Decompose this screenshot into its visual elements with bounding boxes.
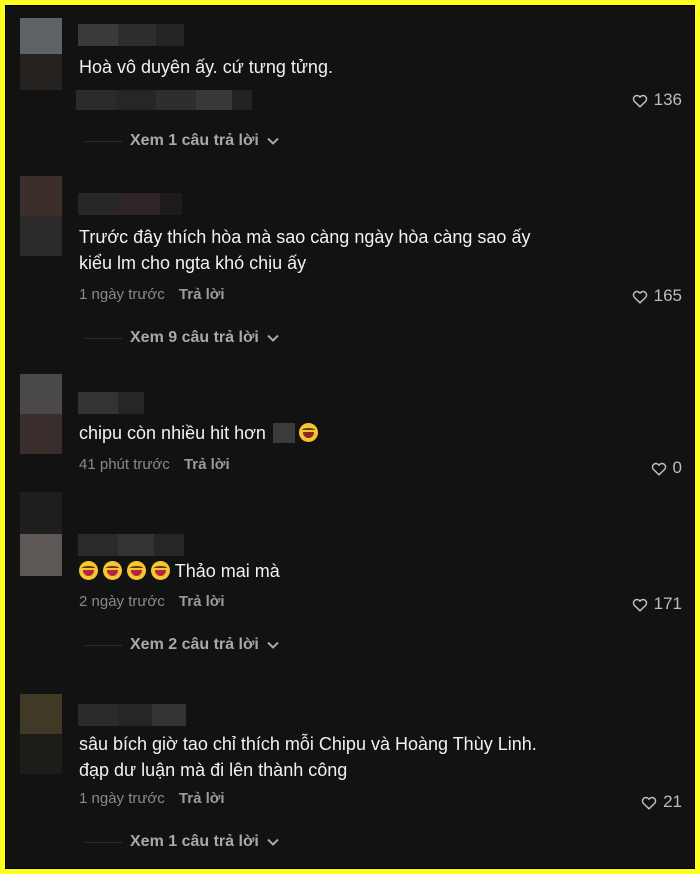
chevron-down-icon <box>267 641 279 649</box>
like-count: 21 <box>663 792 682 811</box>
reply-button[interactable]: Trả lời <box>179 286 225 303</box>
avatar[interactable] <box>20 18 62 90</box>
like-button[interactable]: 21 <box>641 792 682 812</box>
like-count: 136 <box>653 90 682 109</box>
avatar[interactable] <box>20 492 62 576</box>
divider <box>84 140 122 142</box>
view-replies-button[interactable]: Xem 9 câu trả lời <box>84 329 279 347</box>
divider <box>84 644 122 646</box>
grinning-squinting-face-icon <box>151 561 171 580</box>
divider <box>84 337 122 339</box>
avatar[interactable] <box>20 374 62 454</box>
comment-text: Trước đây thích hòa mà sao càng ngày hòa… <box>79 227 531 273</box>
view-replies-label: Xem 2 câu trả lời <box>130 636 259 653</box>
username-blurred[interactable] <box>78 392 144 414</box>
view-replies-label: Xem 1 câu trả lời <box>130 833 259 850</box>
username-blurred[interactable] <box>78 534 184 556</box>
comment-text: Hoà vô duyên ấy. cứ tưng tửng. <box>79 57 333 77</box>
like-button[interactable]: 165 <box>632 286 682 306</box>
grinning-squinting-face-icon <box>79 561 98 580</box>
divider <box>84 841 122 843</box>
heart-outline-icon <box>632 598 647 612</box>
avatar[interactable] <box>20 694 62 774</box>
comment-time: 41 phút trước <box>79 456 170 473</box>
view-replies-button[interactable]: Xem 1 câu trả lời <box>84 833 279 851</box>
comment-text: Thảo mai mà <box>79 558 599 584</box>
avatar[interactable] <box>20 176 62 256</box>
comment-text-content: chipu còn nhiều hit hơn <box>79 423 266 443</box>
comment-time: 2 ngày trước <box>79 593 165 610</box>
censored-word <box>272 423 295 443</box>
username-blurred[interactable] <box>78 193 182 215</box>
comment-meta: 1 ngày trước Trả lời <box>79 286 225 303</box>
like-button[interactable]: 136 <box>632 90 682 110</box>
squinting-face-with-tongue-icon <box>298 423 318 442</box>
reply-button[interactable]: Trả lời <box>184 456 230 473</box>
comment-meta: 2 ngày trước Trả lời <box>79 593 225 610</box>
heart-outline-icon <box>632 290 647 304</box>
chevron-down-icon <box>267 838 279 846</box>
like-count: 171 <box>653 594 682 613</box>
comment-text: sâu bích giờ tao chỉ thích mỗi Chipu và … <box>79 734 537 780</box>
username-blurred[interactable] <box>78 24 184 46</box>
comment-time: 1 ngày trước <box>79 286 165 303</box>
chevron-down-icon <box>267 334 279 342</box>
grinning-squinting-face-icon <box>127 561 147 580</box>
grinning-squinting-face-icon <box>103 561 123 580</box>
view-replies-button[interactable]: Xem 1 câu trả lời <box>84 132 279 150</box>
comments-panel: Hoà vô duyên ấy. cứ tưng tửng. 136 Xem 1… <box>5 5 695 869</box>
view-replies-label: Xem 1 câu trả lời <box>130 132 259 149</box>
view-replies-label: Xem 9 câu trả lời <box>130 329 259 346</box>
heart-outline-icon <box>641 796 657 810</box>
like-count: 0 <box>672 458 682 477</box>
username-blurred[interactable] <box>78 704 186 726</box>
reply-button[interactable]: Trả lời <box>179 593 225 610</box>
comment-text: chipu còn nhiều hit hơn <box>79 420 599 446</box>
heart-outline-icon <box>632 94 647 108</box>
reply-button[interactable]: Trả lời <box>179 790 225 807</box>
chevron-down-icon <box>267 137 279 145</box>
heart-outline-icon <box>651 462 666 476</box>
meta-blurred <box>76 90 252 110</box>
like-button[interactable]: 0 <box>651 458 682 478</box>
comment-time: 1 ngày trước <box>79 790 165 807</box>
like-button[interactable]: 171 <box>632 594 682 614</box>
comment-meta: 1 ngày trước Trả lời <box>79 790 225 807</box>
like-count: 165 <box>653 286 682 305</box>
view-replies-button[interactable]: Xem 2 câu trả lời <box>84 636 279 654</box>
comment-meta: 41 phút trước Trả lời <box>79 456 230 473</box>
comment-text-content: Thảo mai mà <box>174 561 280 581</box>
